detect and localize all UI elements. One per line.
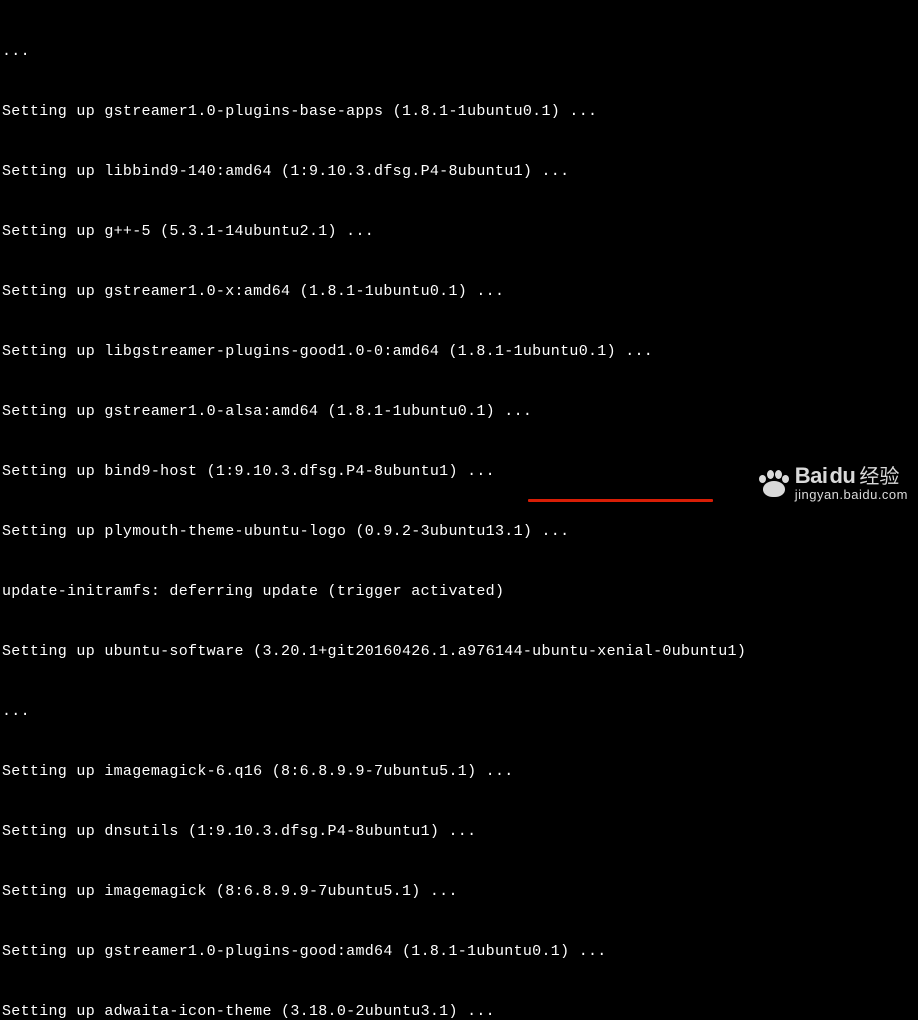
output-line: Setting up libgstreamer-plugins-good1.0-… [2,342,916,362]
output-line: ... [2,702,916,722]
output-line: Setting up gstreamer1.0-plugins-base-app… [2,102,916,122]
annotation-underline [528,499,713,502]
output-line: Setting up ubuntu-software (3.20.1+git20… [2,642,916,662]
terminal-output: ... Setting up gstreamer1.0-plugins-base… [2,2,916,1020]
output-line: Setting up libbind9-140:amd64 (1:9.10.3.… [2,162,916,182]
output-line: Setting up imagemagick (8:6.8.9.9-7ubunt… [2,882,916,902]
watermark-brand-du: du [829,464,855,488]
output-line: update-initramfs: deferring update (trig… [2,582,916,602]
output-line: Setting up gstreamer1.0-x:amd64 (1.8.1-1… [2,282,916,302]
output-line: Setting up dnsutils (1:9.10.3.dfsg.P4-8u… [2,822,916,842]
output-line: Setting up imagemagick-6.q16 (8:6.8.9.9-… [2,762,916,782]
output-line: Setting up plymouth-theme-ubuntu-logo (0… [2,522,916,542]
output-line: ... [2,42,916,62]
output-line: Setting up gstreamer1.0-alsa:amd64 (1.8.… [2,402,916,422]
output-line: Setting up gstreamer1.0-plugins-good:amd… [2,942,916,962]
watermark-brand-en: Bai [795,464,828,488]
watermark-brand-cn: 经验 [859,466,899,488]
output-line: Setting up adwaita-icon-theme (3.18.0-2u… [2,1002,916,1020]
output-line: Setting up g++-5 (5.3.1-14ubuntu2.1) ... [2,222,916,242]
watermark-url: jingyan.baidu.com [795,488,908,502]
watermark: Baidu 经验 jingyan.baidu.com [757,464,908,502]
watermark-text: Baidu 经验 jingyan.baidu.com [795,464,908,502]
baidu-paw-icon [757,469,789,497]
